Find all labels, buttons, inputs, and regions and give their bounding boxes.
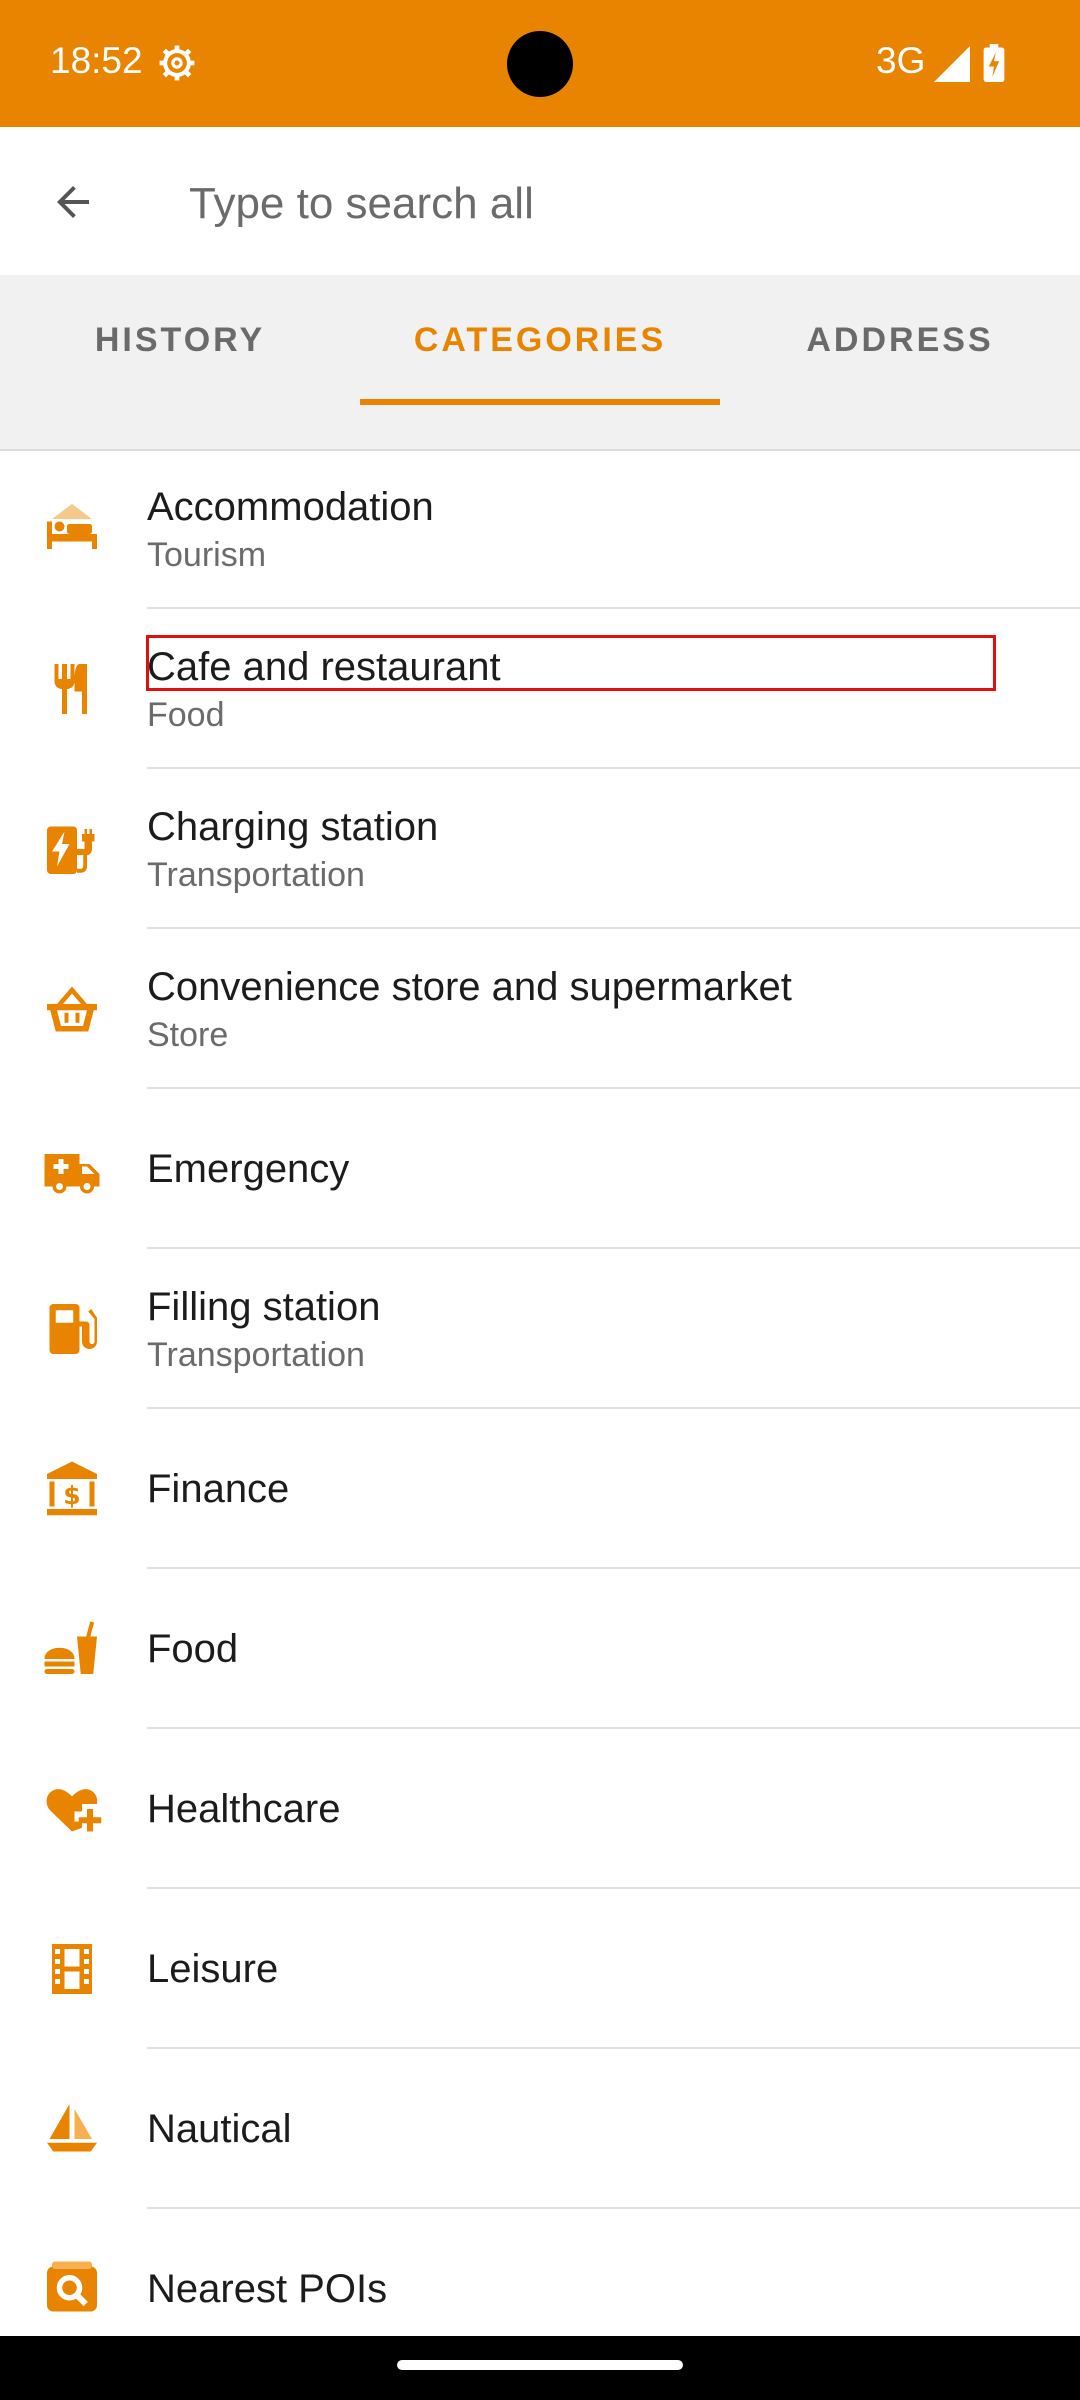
category-title: Finance [147, 1467, 290, 1511]
sailboat-icon [47, 2104, 97, 2152]
tab-categories[interactable]: CATEGORIES [360, 275, 720, 405]
category-subtitle: Transportation [147, 1336, 365, 1374]
category-item-charging-station[interactable]: Charging station Transportation [0, 769, 1080, 929]
category-subtitle: Store [147, 1016, 229, 1054]
tab-address[interactable]: ADDRESS [720, 275, 1080, 405]
category-title: Healthcare [147, 1787, 341, 1831]
category-item-accommodation[interactable]: Accommodation Tourism [0, 449, 1080, 609]
category-title: Accommodation [147, 485, 434, 529]
category-item-cafe-and-restaurant[interactable]: Cafe and restaurant Food [0, 609, 1080, 769]
category-list: Accommodation Tourism Cafe and restauran… [0, 449, 1080, 2369]
search-input[interactable] [187, 168, 1051, 240]
bank-icon: $ [47, 1461, 97, 1516]
category-item-convenience-store[interactable]: Convenience store and supermarket Store [0, 929, 1080, 1089]
category-title: Cafe and restaurant [147, 645, 501, 689]
category-subtitle: Transportation [147, 856, 365, 894]
status-time: 18:52 [50, 40, 143, 81]
film-icon [52, 1944, 92, 1994]
category-title: Food [147, 1627, 239, 1671]
category-subtitle: Tourism [147, 536, 267, 574]
heart-plus-icon [46, 1789, 102, 1832]
network-type: 3G [876, 40, 926, 81]
ambulance-icon [44, 1154, 100, 1194]
fast-food-icon [44, 1621, 97, 1674]
status-bar: 18:52 3G [0, 0, 1080, 127]
bed-icon [47, 504, 97, 549]
signal-icon [934, 46, 970, 82]
category-title: Nautical [147, 2107, 292, 2151]
category-item-healthcare[interactable]: Healthcare [0, 1729, 1080, 1889]
category-item-finance[interactable]: $ Finance [0, 1409, 1080, 1569]
category-title: Leisure [147, 1947, 279, 1991]
search-poi-icon [47, 2261, 97, 2312]
category-title: Emergency [147, 1147, 350, 1191]
category-title: Charging station [147, 805, 439, 849]
navigation-bar [0, 2336, 1080, 2400]
tab-bar: HISTORY CATEGORIES ADDRESS [0, 275, 1080, 405]
category-item-leisure[interactable]: Leisure [0, 1889, 1080, 2049]
category-title: Filling station [147, 1285, 381, 1329]
category-item-nautical[interactable]: Nautical [0, 2049, 1080, 2209]
tab-history[interactable]: HISTORY [0, 275, 360, 405]
category-subtitle: Food [147, 696, 225, 734]
battery-charging-icon [983, 44, 1005, 82]
back-button[interactable] [34, 166, 112, 238]
fork-knife-icon [54, 664, 87, 714]
settings-gear-icon [159, 45, 195, 81]
charging-station-icon [47, 826, 95, 874]
category-item-filling-station[interactable]: Filling station Transportation [0, 1249, 1080, 1409]
list-header-spacer [0, 405, 1080, 451]
fuel-pump-icon [49, 1304, 97, 1354]
category-title: Convenience store and supermarket [147, 965, 792, 1009]
svg-text:$: $ [63, 1481, 80, 1510]
arrow-back-icon [57, 186, 89, 218]
home-handle[interactable] [397, 2360, 683, 2370]
category-title: Nearest POIs [147, 2267, 388, 2311]
camera-cutout [507, 31, 573, 97]
category-item-food[interactable]: Food [0, 1569, 1080, 1729]
category-item-emergency[interactable]: Emergency [0, 1089, 1080, 1249]
basket-icon [47, 986, 97, 1032]
